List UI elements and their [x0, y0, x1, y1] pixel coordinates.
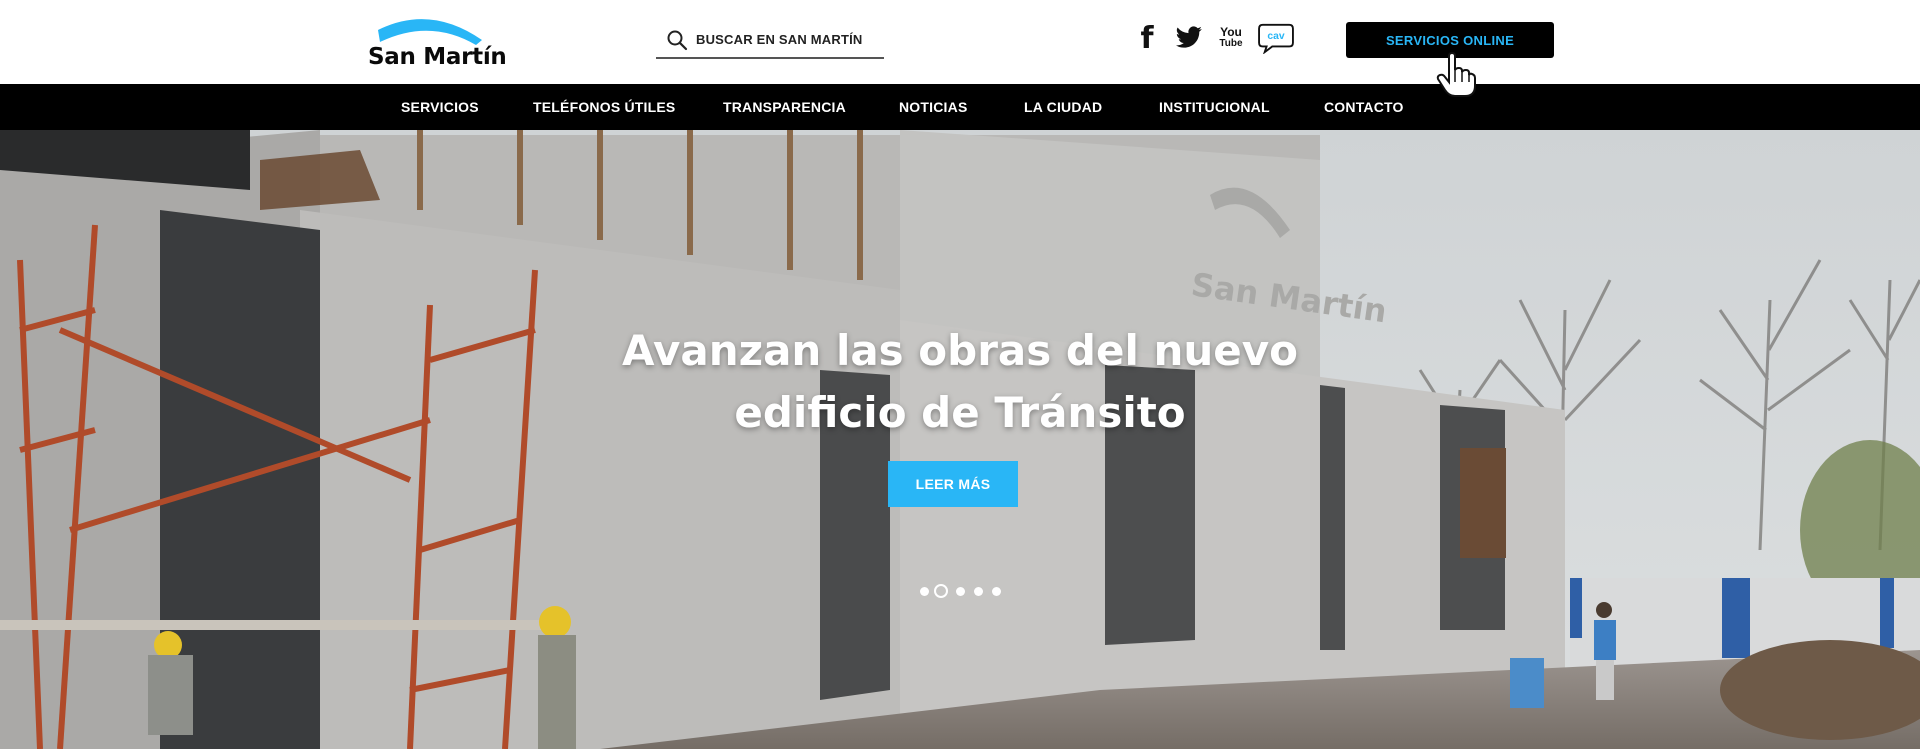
youtube-bottom-text: Tube: [1219, 38, 1243, 49]
slider-dot-5[interactable]: [992, 587, 1001, 596]
nav-item-institucional[interactable]: INSTITUCIONAL: [1159, 84, 1270, 130]
main-nav: SERVICIOS TELÉFONOS ÚTILES TRANSPARENCIA…: [0, 84, 1920, 130]
nav-item-noticias[interactable]: NOTICIAS: [899, 84, 968, 130]
leer-mas-button[interactable]: LEER MÁS: [888, 461, 1018, 507]
facebook-icon[interactable]: f: [1132, 20, 1162, 56]
logo-text: San Martín: [368, 44, 507, 70]
nav-item-telefonos-utiles[interactable]: TELÉFONOS ÚTILES: [533, 84, 675, 130]
hand-cursor-icon: [1436, 52, 1476, 97]
nav-item-la-ciudad[interactable]: LA CIUDAD: [1024, 84, 1102, 130]
slider-dot-2[interactable]: [934, 584, 948, 598]
youtube-top-text: You: [1220, 25, 1242, 39]
hero-title-line-2: edificio de Tránsito: [734, 388, 1186, 437]
site-logo[interactable]: San Martín: [368, 12, 508, 74]
hero-slider: San Martín Avanzan las obras del nuevo e…: [0, 130, 1920, 749]
nav-item-servicios[interactable]: SERVICIOS: [401, 84, 479, 130]
youtube-icon[interactable]: You Tube: [1214, 20, 1248, 56]
hero-title-line-1: Avanzan las obras del nuevo: [622, 326, 1298, 375]
cav-icon[interactable]: cav: [1256, 20, 1296, 56]
cav-label: cav: [1267, 31, 1285, 42]
slider-dot-4[interactable]: [974, 587, 983, 596]
slider-dot-1[interactable]: [920, 587, 929, 596]
logo-arc-icon: [378, 19, 482, 45]
nav-item-contacto[interactable]: CONTACTO: [1324, 84, 1404, 130]
search-bar[interactable]: BUSCAR EN SAN MARTÍN: [656, 22, 884, 59]
nav-item-transparencia[interactable]: TRANSPARENCIA: [723, 84, 846, 130]
search-icon[interactable]: [666, 29, 688, 51]
twitter-icon[interactable]: [1172, 20, 1206, 56]
slider-dot-3[interactable]: [956, 587, 965, 596]
top-header: San Martín BUSCAR EN SAN MARTÍN f You Tu…: [0, 0, 1920, 84]
hero-title: Avanzan las obras del nuevo edificio de …: [560, 320, 1360, 444]
search-input[interactable]: BUSCAR EN SAN MARTÍN: [696, 32, 863, 47]
slider-dots: [918, 582, 1008, 602]
